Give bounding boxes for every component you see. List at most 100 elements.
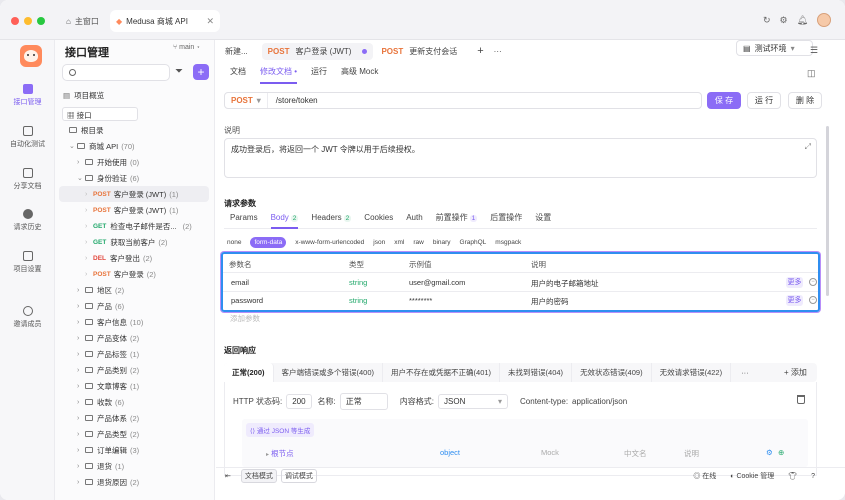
user-avatar[interactable] (817, 13, 831, 27)
delete-button[interactable]: 删 除 (788, 92, 822, 109)
sidebar-folder-item[interactable]: › 订单编辑 (3) (55, 442, 215, 458)
url-path-input[interactable]: /store/token (268, 96, 318, 105)
rail-item-settings[interactable]: 项目设置 (0, 251, 55, 274)
more-button[interactable]: 更多 (786, 295, 803, 306)
environment-selector[interactable]: ▤ 测试环境 ▾ (736, 40, 813, 56)
add-field-icon[interactable]: ⊕ (778, 448, 784, 457)
remove-param-icon[interactable]: − (809, 278, 817, 286)
tab-cookies[interactable]: Cookies (364, 211, 393, 229)
status-code-input[interactable]: 200 (286, 394, 312, 409)
more-responses-button[interactable]: ··· (731, 363, 759, 382)
sidebar-folder-item[interactable]: › 退货原因 (2) (55, 474, 215, 490)
expand-icon[interactable]: ⤢ (805, 142, 811, 152)
tab-params[interactable]: Params (230, 211, 258, 229)
sidebar-api-item[interactable]: › POST 客户登录 (2) (55, 266, 215, 282)
collapse-sidebar-icon[interactable]: ⇤ (225, 472, 231, 480)
tab-advanced-mock[interactable]: 高级 Mock (341, 64, 378, 84)
scrollbar[interactable] (826, 126, 829, 296)
menu-icon[interactable]: ☰ (810, 45, 818, 56)
method-select[interactable]: POST ▾ (225, 93, 268, 108)
param-name[interactable]: password (231, 296, 263, 305)
sidebar-folder-item[interactable]: ⌄ 商城 API (70) (55, 138, 215, 154)
sidebar-folder-item[interactable]: › 开始使用 (0) (55, 154, 215, 170)
new-tab[interactable]: 新建... (225, 46, 248, 57)
tab-body[interactable]: Body 2 (270, 211, 299, 229)
request-tab-login[interactable]: POST 客户登录 (JWT) (261, 42, 374, 60)
more-button[interactable]: 更多 (786, 277, 803, 288)
param-example[interactable]: user@gmail.com (409, 278, 465, 287)
branch-selector[interactable]: ⑂ main ▾ (173, 44, 201, 51)
schema-root[interactable]: ▸ 根节点 (266, 448, 294, 459)
generate-from-json-button[interactable]: ⟨⟩ 通过 JSON 等生成 (246, 423, 315, 437)
doc-mode-button[interactable]: 文档模式 (240, 469, 277, 483)
rail-item-invite[interactable]: 邀请成员 (0, 306, 55, 329)
rail-item-automation[interactable]: 自动化测试 (0, 126, 55, 149)
add-param-input[interactable]: 添加参数 (230, 313, 260, 324)
bell-icon[interactable]: 🔔︎ (797, 15, 808, 26)
add-tab-button[interactable]: + (477, 45, 483, 57)
body-type-binary[interactable]: binary (433, 239, 451, 246)
close-window-button[interactable] (11, 17, 19, 25)
online-status[interactable]: ◎ 在线 (693, 471, 716, 481)
root-folder[interactable]: 根目录 (55, 122, 215, 138)
sidebar-folder-item[interactable]: › 产品类别 (2) (55, 362, 215, 378)
body-type-json[interactable]: json (373, 239, 385, 246)
param-name[interactable]: email (231, 278, 249, 287)
sidebar-api-item[interactable]: › POST 客户登录 (JWT) (1) (59, 186, 209, 202)
panel-toggle-icon[interactable]: ◫ (807, 68, 816, 79)
param-description[interactable]: 用户的电子邮箱地址 (531, 278, 599, 289)
body-type-xml[interactable]: xml (394, 239, 404, 246)
response-tab-422[interactable]: 无效请求错误(422) (652, 363, 732, 382)
request-tab-payment[interactable]: POST 更新支付会话 (381, 46, 457, 57)
schema-type[interactable]: object (440, 448, 460, 457)
maximize-window-button[interactable] (37, 17, 45, 25)
interface-filter[interactable]: ▦ 接口 (55, 106, 215, 122)
tab-headers[interactable]: Headers 2 (311, 211, 352, 229)
description-input[interactable]: 成功登录后，将返回一个 JWT 令牌以用于后续授权。 ⤢ (224, 138, 817, 178)
format-select[interactable]: JSON ▾ (438, 394, 509, 409)
tab-auth[interactable]: Auth (406, 211, 422, 229)
sidebar-folder-item[interactable]: › 产品标签 (1) (55, 346, 215, 362)
param-type[interactable]: string (349, 296, 367, 305)
settings-icon[interactable]: ⚙ (779, 15, 787, 26)
sidebar-api-item[interactable]: › DEL 客户登出 (2) (55, 250, 215, 266)
add-button[interactable]: + (193, 64, 209, 80)
response-tab-401[interactable]: 用户不存在或凭据不正确(401) (383, 363, 501, 382)
sidebar-api-item[interactable]: › GET 获取当前客户 (2) (55, 234, 215, 250)
sidebar-folder-item[interactable]: › 产品体系 (2) (55, 410, 215, 426)
sidebar-folder-item[interactable]: › 产品类型 (2) (55, 426, 215, 442)
sidebar-api-item[interactable]: › POST 客户登录 (JWT) (1) (55, 202, 215, 218)
body-type-raw[interactable]: raw (413, 239, 423, 246)
param-example[interactable]: ******** (409, 296, 432, 305)
body-type-msgpack[interactable]: msgpack (495, 239, 521, 246)
sidebar-folder-item[interactable]: › 退货 (1) (55, 458, 215, 474)
rail-item-docs[interactable]: 分享文档 (0, 168, 55, 191)
minimize-window-button[interactable] (24, 17, 32, 25)
sidebar-folder-item[interactable]: › 地区 (2) (55, 282, 215, 298)
search-input[interactable] (62, 64, 170, 81)
help-icon[interactable]: ? (811, 473, 815, 480)
tab-edit-docs[interactable]: 修改文档 • (260, 64, 298, 84)
sidebar-folder-item[interactable]: › 文章博客 (1) (55, 378, 215, 394)
home-tab[interactable]: ⌂ 主窗口 (66, 12, 99, 30)
save-button[interactable]: 保 存 (707, 92, 741, 109)
url-bar[interactable]: POST ▾ /store/token (224, 92, 702, 109)
sidebar-folder-item[interactable]: › 客户信息 (10) (55, 314, 215, 330)
schema-cn-name[interactable]: 中文名 (624, 448, 647, 459)
more-tabs-button[interactable]: ··· (494, 47, 502, 56)
tab-run[interactable]: 运行 (311, 64, 327, 84)
sidebar-folder-item[interactable]: ⌄ 身份验证 (6) (55, 170, 215, 186)
debug-mode-button[interactable]: 调试模式 (280, 469, 317, 483)
schema-desc[interactable]: 说明 (684, 448, 699, 459)
trash-icon[interactable] (797, 395, 805, 404)
cookie-manager[interactable]: ◐ Cookie 管理 (730, 471, 774, 481)
project-tab[interactable]: ◆ Medusa 商城 API ✕ (110, 10, 220, 32)
response-tab-409[interactable]: 无效状态错误(409) (572, 363, 652, 382)
response-tab-404[interactable]: 未找到错误(404) (500, 363, 573, 382)
tab-settings[interactable]: 设置 (535, 211, 551, 229)
add-response-button[interactable]: + 添加 (784, 367, 807, 378)
refresh-icon[interactable]: ↻ (763, 15, 771, 26)
response-tab-200[interactable]: 正常(200) (224, 363, 274, 382)
tab-post-request[interactable]: 后置操作 (490, 211, 522, 229)
body-type-graphql[interactable]: GraphQL (460, 239, 487, 246)
